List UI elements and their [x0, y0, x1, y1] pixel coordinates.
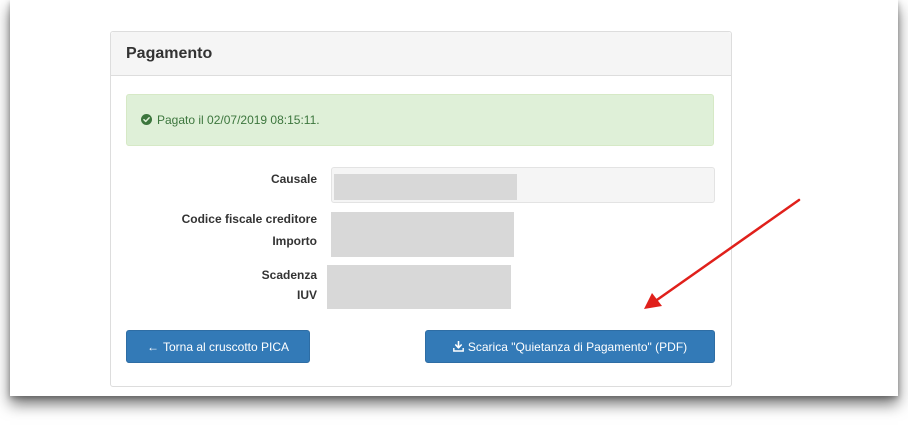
annotation-arrow-icon: [644, 198, 801, 309]
screenshot-stage: Pagamento Pagato il 02/07/2019 08:15:11.…: [0, 0, 908, 439]
